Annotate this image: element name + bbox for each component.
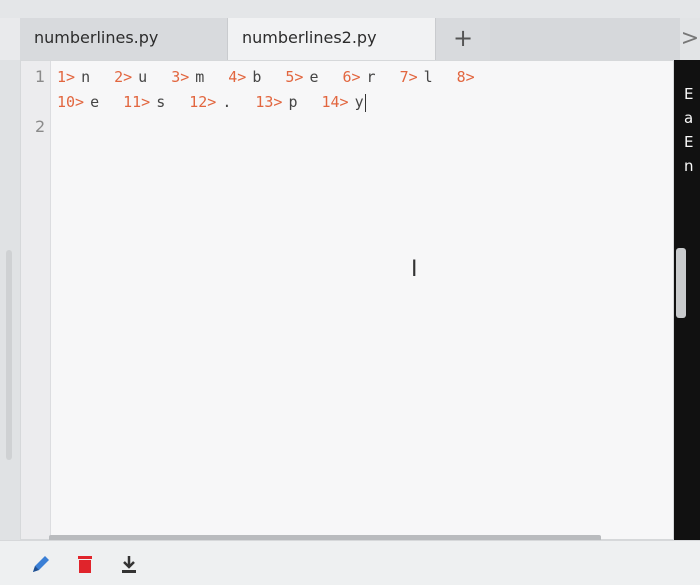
code-token: 5> e bbox=[285, 65, 318, 90]
side-panel-text: E a E n bbox=[684, 82, 694, 178]
pencil-icon[interactable] bbox=[30, 553, 52, 575]
side-text-2: E bbox=[684, 133, 694, 151]
tab-bar: numberlines.py numberlines2.py + bbox=[20, 18, 680, 60]
code-token: 8> bbox=[457, 65, 475, 90]
code-token: 10> e bbox=[57, 90, 99, 115]
code-token: 13> p bbox=[255, 90, 297, 115]
trash-icon[interactable] bbox=[74, 553, 96, 575]
code-token: 2> u bbox=[114, 65, 147, 90]
token-prefix: 4> bbox=[228, 68, 247, 86]
token-char: u bbox=[138, 68, 148, 86]
token-char: e bbox=[309, 68, 319, 86]
token-prefix: 8> bbox=[456, 68, 475, 86]
tab-numberlines2[interactable]: numberlines2.py bbox=[228, 18, 436, 60]
code-token: 12>. bbox=[189, 90, 231, 115]
token-prefix: 10> bbox=[57, 93, 85, 111]
code-token: 14> y bbox=[322, 90, 366, 115]
text-cursor-ibeam-icon: I bbox=[411, 257, 418, 282]
token-char: b bbox=[252, 68, 262, 86]
token-char: s bbox=[156, 93, 166, 111]
token-prefix: 12> bbox=[189, 93, 217, 111]
token-prefix: 7> bbox=[399, 68, 418, 86]
token-prefix: 3> bbox=[171, 68, 190, 86]
token-char: l bbox=[423, 68, 433, 86]
window-top-strip bbox=[0, 0, 700, 18]
add-tab-button[interactable]: + bbox=[436, 18, 490, 60]
code-line-1: 1> n 2> u 3> m 4> b 5> e 6> r 7> l 8> bbox=[57, 65, 671, 90]
code-line-1-wrap: 10> e 11> s 12>. 13> p 14> y bbox=[57, 90, 671, 115]
token-prefix: 13> bbox=[255, 93, 283, 111]
token-prefix: 2> bbox=[114, 68, 133, 86]
text-caret bbox=[364, 93, 366, 112]
code-token: 3> m bbox=[171, 65, 204, 90]
token-char: n bbox=[81, 68, 91, 86]
side-text-0: E bbox=[684, 85, 694, 103]
line-gutter: 1 2 bbox=[21, 61, 51, 539]
code-token: 7> l bbox=[400, 65, 433, 90]
code-token: 1> n bbox=[57, 65, 90, 90]
code-token: 11> s bbox=[123, 90, 165, 115]
side-text-3: n bbox=[684, 157, 694, 175]
token-char: r bbox=[366, 68, 376, 86]
code-editor[interactable]: 1 2 1> n 2> u 3> m 4> b 5> e 6> r 7> l 8> 10> e 11> s 12>.… bbox=[20, 60, 674, 545]
download-icon[interactable] bbox=[118, 553, 140, 575]
token-char: p bbox=[288, 93, 298, 111]
token-prefix: 14> bbox=[321, 93, 349, 111]
code-area[interactable]: 1> n 2> u 3> m 4> b 5> e 6> r 7> l 8> 10> e 11> s 12>. 13> p… bbox=[57, 65, 671, 115]
line-number-1: 1 bbox=[35, 67, 46, 86]
token-prefix: 5> bbox=[285, 68, 304, 86]
vertical-scroll-thumb[interactable] bbox=[676, 248, 686, 318]
bottom-toolbar bbox=[0, 540, 700, 585]
tab-bar-fill bbox=[490, 18, 680, 60]
tab-numberlines[interactable]: numberlines.py bbox=[20, 18, 228, 60]
token-char: y bbox=[354, 93, 364, 111]
token-char: e bbox=[90, 93, 100, 111]
token-char: m bbox=[195, 68, 205, 86]
token-prefix: 6> bbox=[342, 68, 361, 86]
overflow-chevron-icon[interactable]: > bbox=[680, 18, 700, 60]
left-scroll-thumb[interactable] bbox=[6, 250, 12, 460]
line-number-2: 2 bbox=[35, 117, 46, 136]
code-token: 4> b bbox=[228, 65, 261, 90]
token-prefix: 11> bbox=[123, 93, 151, 111]
token-char: . bbox=[222, 93, 232, 111]
side-text-1: a bbox=[684, 109, 694, 127]
token-prefix: 1> bbox=[57, 68, 76, 86]
left-edge bbox=[0, 60, 20, 540]
code-token: 6> r bbox=[342, 65, 375, 90]
